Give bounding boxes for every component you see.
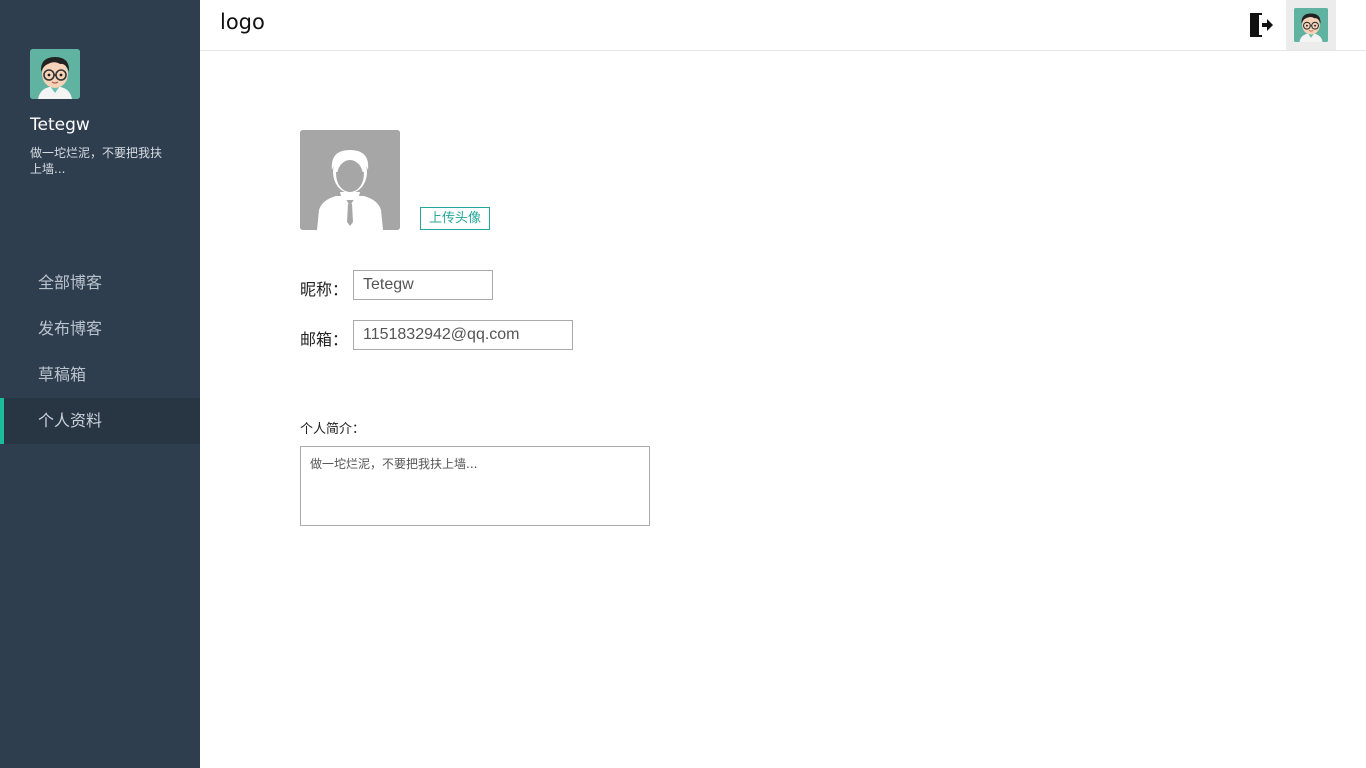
sidebar: Tetegw 做一坨烂泥，不要把我扶上墙... 全部博客 发布博客 草稿箱 个人… [0,0,200,768]
cartoon-avatar-icon [30,49,80,99]
sidebar-item-drafts[interactable]: 草稿箱 [0,352,200,398]
email-label: 邮箱： [300,330,349,349]
header-avatar-button[interactable] [1286,0,1336,50]
bio-textarea[interactable]: 做一坨烂泥，不要把我扶上墙... [300,446,650,526]
profile-photo-placeholder [300,130,400,230]
user-name: Tetegw [30,115,90,135]
email-input[interactable] [353,320,573,350]
user-avatar[interactable] [30,49,80,99]
bio-label: 个人简介： [300,422,366,437]
sidebar-item-publish-blog[interactable]: 发布博客 [0,306,200,352]
logout-icon [1250,13,1273,37]
nickname-label: 昵称： [300,280,349,299]
sidebar-nav: 全部博客 发布博客 草稿箱 个人资料 [0,260,200,444]
avatar-icon [1294,8,1328,42]
sidebar-item-profile[interactable]: 个人资料 [0,398,200,444]
default-user-icon [300,130,400,230]
upload-avatar-button[interactable]: 上传头像 [420,207,490,230]
header-avatar [1294,8,1328,42]
logo[interactable]: logo [220,10,265,34]
sidebar-item-all-blogs[interactable]: 全部博客 [0,260,200,306]
logout-button[interactable] [1248,12,1274,38]
nickname-input[interactable] [353,270,493,300]
user-bio: 做一坨烂泥，不要把我扶上墙... [30,146,163,176]
top-header: logo [200,0,1366,51]
